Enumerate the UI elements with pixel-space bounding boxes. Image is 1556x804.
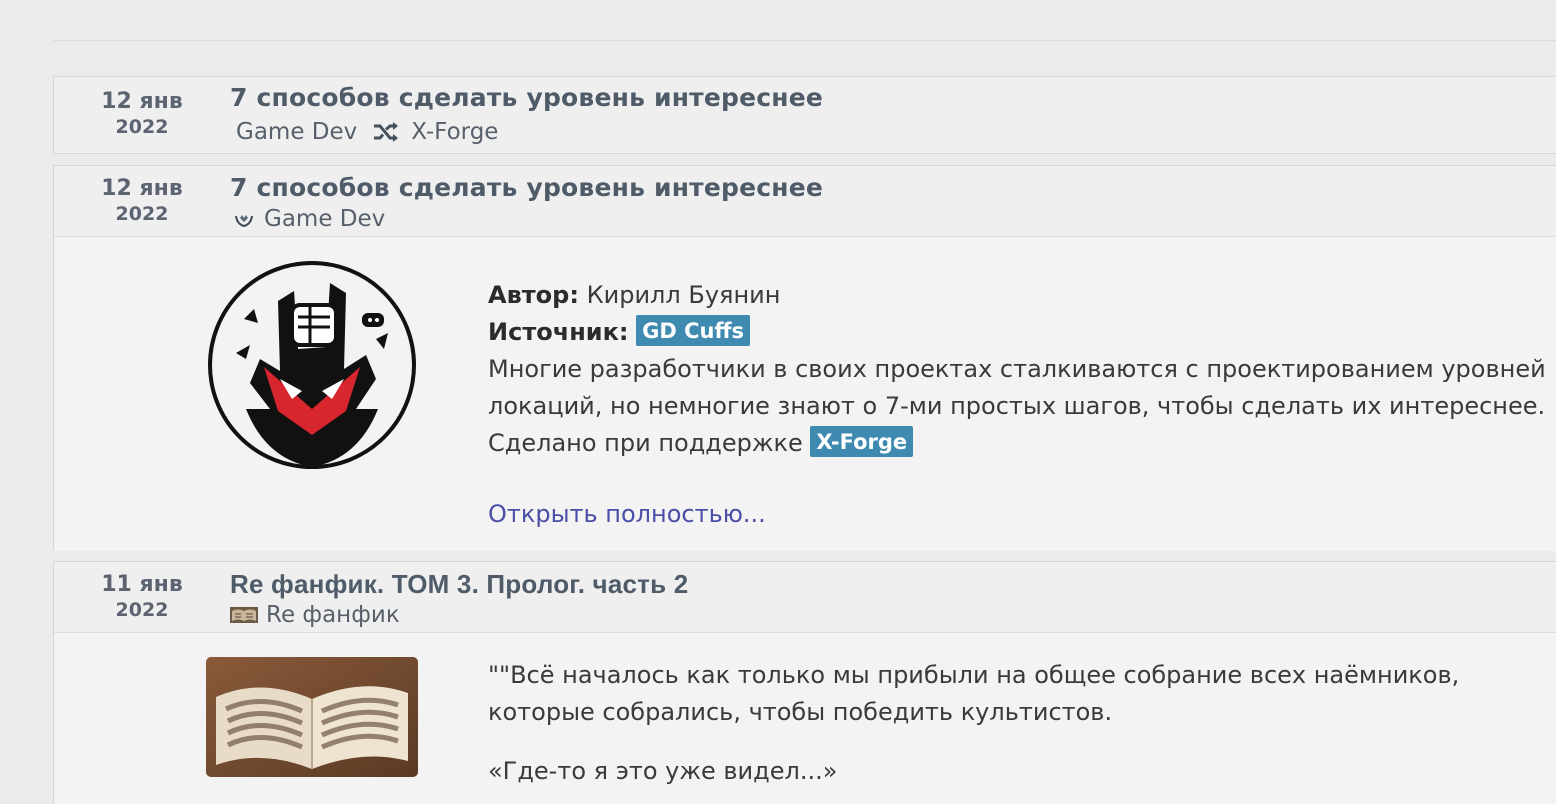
post-date-year: 2022 xyxy=(115,599,169,621)
page: 12 янв 2022 7 способов сделать уровень и… xyxy=(0,0,1556,804)
post-meta: Game Dev X-Forge xyxy=(230,119,498,145)
post-date: 12 янв 2022 xyxy=(54,89,230,139)
support-tag-link[interactable]: X-Forge xyxy=(810,426,914,457)
support-text: Сделано при поддержке xyxy=(488,429,803,457)
excerpt-line: ""Всё началось как только мы прибыли на … xyxy=(488,661,1460,689)
description-line: локаций, но немногие знают о 7-ми просты… xyxy=(488,392,1546,420)
post-meta: Re фанфик xyxy=(230,602,400,628)
book-image xyxy=(206,657,418,777)
author-line: Автор: Кирилл Буянин xyxy=(488,277,1556,314)
post-date: 12 янв 2022 xyxy=(54,176,230,226)
source-line: Источник: GD Cuffs xyxy=(488,314,1556,351)
source-tag-link[interactable]: GD Cuffs xyxy=(636,315,750,346)
author-name: Кирилл Буянин xyxy=(586,281,781,309)
open-full-link[interactable]: Открыть полностью... xyxy=(488,496,1556,533)
post-body: ""Всё началось как только мы прибыли на … xyxy=(54,632,1556,804)
post-date-day: 12 янв xyxy=(101,176,183,201)
gdcuffs-logo-image xyxy=(206,259,418,475)
post-title-link[interactable]: 7 способов сделать уровень интереснее xyxy=(230,173,823,202)
post-title-link[interactable]: 7 способов сделать уровень интереснее xyxy=(230,83,823,112)
post-date-year: 2022 xyxy=(115,203,169,225)
category-link[interactable]: Re фанфик xyxy=(266,602,400,628)
book-thumbnail-icon xyxy=(230,607,258,623)
shuffle-icon xyxy=(373,121,399,143)
category-link[interactable]: Game Dev xyxy=(264,206,385,232)
repost-source-link[interactable]: X-Forge xyxy=(411,119,498,145)
post-date-year: 2022 xyxy=(115,116,169,138)
excerpt-line: «Где-то я это уже видел...» xyxy=(488,757,838,785)
post-card: 12 янв 2022 7 способов сделать уровень и… xyxy=(53,165,1556,551)
divider xyxy=(53,40,1556,41)
post-header: 11 янв 2022 Re фанфик. ТОМ 3. Пролог. ча… xyxy=(54,562,1556,632)
post-title-link[interactable]: Re фанфик. ТОМ 3. Пролог. часть 2 xyxy=(230,569,688,600)
post-header: 12 янв 2022 7 способов сделать уровень и… xyxy=(54,77,1556,151)
post-meta: Game Dev xyxy=(230,206,385,232)
post-header: 12 янв 2022 7 способов сделать уровень и… xyxy=(54,166,1556,236)
post-date-day: 11 янв xyxy=(101,572,183,597)
description-line: Многие разработчики в своих проектах ста… xyxy=(488,355,1546,383)
support-line: Сделано при поддержке X-Forge xyxy=(488,425,1556,462)
post-body: Автор: Кирилл Буянин Источник: GD Cuffs … xyxy=(54,236,1556,551)
excerpt-line: которые собрались, чтобы победить культи… xyxy=(488,698,1113,726)
post-date: 11 янв 2022 xyxy=(54,572,230,622)
post-card: 12 янв 2022 7 способов сделать уровень и… xyxy=(53,76,1556,154)
post-content: ""Всё началось как только мы прибыли на … xyxy=(488,657,1556,790)
post-content: Автор: Кирилл Буянин Источник: GD Cuffs … xyxy=(488,277,1556,533)
gamedev-logo-icon xyxy=(234,210,254,228)
post-card: 11 янв 2022 Re фанфик. ТОМ 3. Пролог. ча… xyxy=(53,561,1556,804)
post-date-day: 12 янв xyxy=(101,89,183,114)
author-label: Автор: xyxy=(488,281,579,309)
source-label: Источник: xyxy=(488,318,629,346)
category-link[interactable]: Game Dev xyxy=(236,119,357,145)
